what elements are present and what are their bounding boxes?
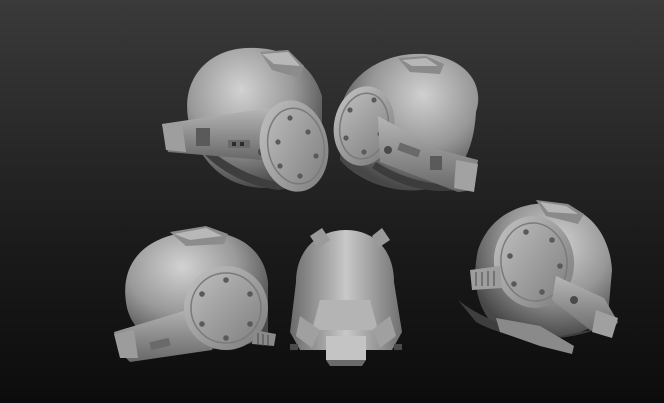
helmet-view-top-left <box>162 47 329 192</box>
helmet-view-bottom-left <box>114 226 276 362</box>
helmet-render <box>114 47 618 366</box>
helmet-view-bottom-center <box>290 228 402 366</box>
helmet-view-bottom-right <box>458 200 618 354</box>
render-viewport <box>0 0 664 403</box>
helmet-view-top-right <box>333 53 479 192</box>
